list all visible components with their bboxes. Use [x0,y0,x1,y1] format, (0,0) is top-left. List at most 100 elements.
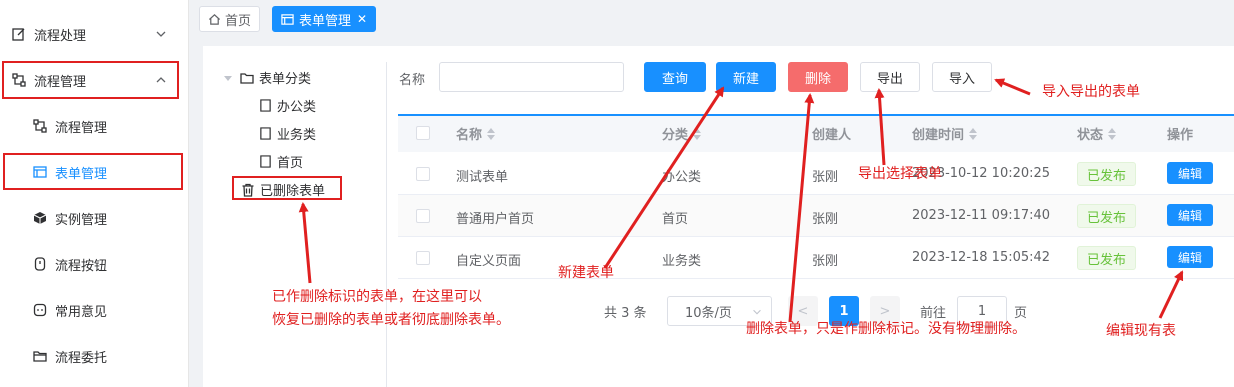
export-button[interactable]: 导出 [860,62,920,92]
cell-creator: 张刚 [812,170,839,185]
edit-icon [12,27,26,41]
sidebar-item-process-handling[interactable]: 流程处理 [0,16,188,52]
column-header-category[interactable]: 分类 [662,124,702,143]
tree-node-label: 首页 [277,156,304,171]
delete-button[interactable]: 删除 [788,62,848,92]
form-icon [281,13,294,25]
cell-name: 普通用户首页 [456,212,535,227]
annotation-import-export: 导入导出的表单 [1042,84,1140,100]
cube-icon [33,211,47,225]
sidebar-subitem-common-comments[interactable]: 常用意见 [0,292,188,328]
form-icon [33,165,47,179]
sidebar: 流程处理 流程管理 流程管理 表单管理 实例管理 流程按钮 常用意见 流程委托 [0,0,189,387]
document-icon [260,127,271,140]
column-header-actions: 操作 [1167,124,1193,143]
sidebar-subitem-process-management[interactable]: 流程管理 [0,108,188,144]
document-icon [260,155,271,168]
row-checkbox[interactable] [416,167,430,181]
sort-icon[interactable] [969,127,978,140]
annotation-edit-existing: 编辑现有表 [1106,323,1176,339]
name-search-input[interactable] [439,62,624,92]
folder-icon [33,349,47,363]
sidebar-item-label: 流程委托 [55,350,108,366]
tab-close-icon[interactable]: ✕ [357,12,367,26]
column-header-label: 创建时间 [912,128,965,143]
annotation-delete-form: 删除表单，只是作删除标记。没有物理删除。 [746,321,1026,337]
annotation-deleted-forms-line1: 已作删除标识的表单，在这里可以 [272,289,482,305]
status-badge: 已发布 [1077,204,1137,228]
comment-icon [33,303,47,317]
import-button[interactable]: 导入 [932,62,992,92]
sort-icon[interactable] [1108,127,1117,140]
sidebar-item-label: 常用意见 [55,304,108,320]
sidebar-item-label: 流程处理 [34,28,87,44]
tree-node-label: 已删除表单 [260,184,326,199]
select-all-checkbox[interactable] [416,126,430,140]
sidebar-item-label: 流程管理 [55,120,108,136]
annotation-export-selected: 导出选择表单 [858,166,942,182]
column-header-label: 创建人 [812,128,852,143]
trash-icon [242,183,254,197]
chevron-down-icon [156,31,166,37]
sidebar-item-label: 表单管理 [55,166,108,182]
tree-node-business[interactable]: 业务类 [259,124,316,143]
column-header-name[interactable]: 名称 [456,124,496,143]
column-header-label: 名称 [456,128,483,143]
create-button[interactable]: 新建 [716,62,776,92]
tree-node-label: 业务类 [277,128,317,143]
column-header-creator: 创建人 [812,124,851,143]
tree-node-home[interactable]: 首页 [259,152,303,171]
sidebar-subitem-process-buttons[interactable]: 流程按钮 [0,246,188,282]
edit-button[interactable]: 编辑 [1167,162,1213,184]
cell-creator: 张刚 [812,254,839,269]
cell-name: 测试表单 [456,170,509,185]
annotation-deleted-forms-line2: 恢复已删除的表单或者彻底删除表单。 [272,312,510,328]
tree-divider [386,62,387,387]
column-header-label: 分类 [662,128,689,143]
row-checkbox[interactable] [416,209,430,223]
document-icon [260,99,271,112]
sidebar-item-process-management[interactable]: 流程管理 [0,62,188,98]
sidebar-item-label: 流程按钮 [55,258,108,274]
sidebar-subitem-instance-management[interactable]: 实例管理 [0,200,188,236]
chevron-down-icon [753,309,761,315]
status-badge: 已发布 [1077,162,1137,186]
annotation-new-form: 新建表单 [558,265,614,281]
cell-category: 业务类 [662,254,702,269]
flow-icon [33,119,47,133]
cell-creator: 张刚 [812,212,839,227]
edit-button[interactable]: 编辑 [1167,246,1213,268]
edit-button[interactable]: 编辑 [1167,204,1213,226]
query-button[interactable]: 查询 [644,62,706,92]
cell-created-time: 2023-12-11 09:17:40 [912,208,1051,223]
tab-home[interactable]: 首页 [199,6,261,32]
chevron-up-icon [156,77,166,83]
cell-name: 自定义页面 [456,254,522,269]
tree-node-office[interactable]: 办公类 [259,96,316,115]
button-icon [33,257,47,271]
name-label: 名称 [399,73,426,88]
tab-label: 表单管理 [299,13,352,29]
sidebar-subitem-form-management[interactable]: 表单管理 [0,154,188,190]
tab-form-management[interactable]: 表单管理 ✕ [272,6,377,32]
page-size-value: 10条/页 [685,305,732,321]
row-checkbox[interactable] [416,251,430,265]
flow-icon [12,73,26,87]
sidebar-subitem-process-delegation[interactable]: 流程委托 [0,338,188,374]
caret-down-icon [224,75,232,81]
tree-node-root[interactable]: 表单分类 [224,68,311,87]
column-header-label: 状态 [1077,128,1104,143]
cell-category: 办公类 [662,170,702,185]
sort-icon[interactable] [693,127,702,140]
folder-icon [240,72,254,84]
column-header-status[interactable]: 状态 [1077,124,1117,143]
cell-created-time: 2023-12-18 15:05:42 [912,250,1051,265]
sort-icon[interactable] [487,127,496,140]
column-header-created-time[interactable]: 创建时间 [912,124,978,143]
sidebar-item-label: 流程管理 [34,74,87,90]
sidebar-item-label: 实例管理 [55,212,108,228]
tree-node-deleted-forms[interactable]: 已删除表单 [241,180,325,199]
cell-category: 首页 [662,212,689,227]
column-header-label: 操作 [1167,128,1194,143]
tree-node-label: 表单分类 [259,72,312,87]
